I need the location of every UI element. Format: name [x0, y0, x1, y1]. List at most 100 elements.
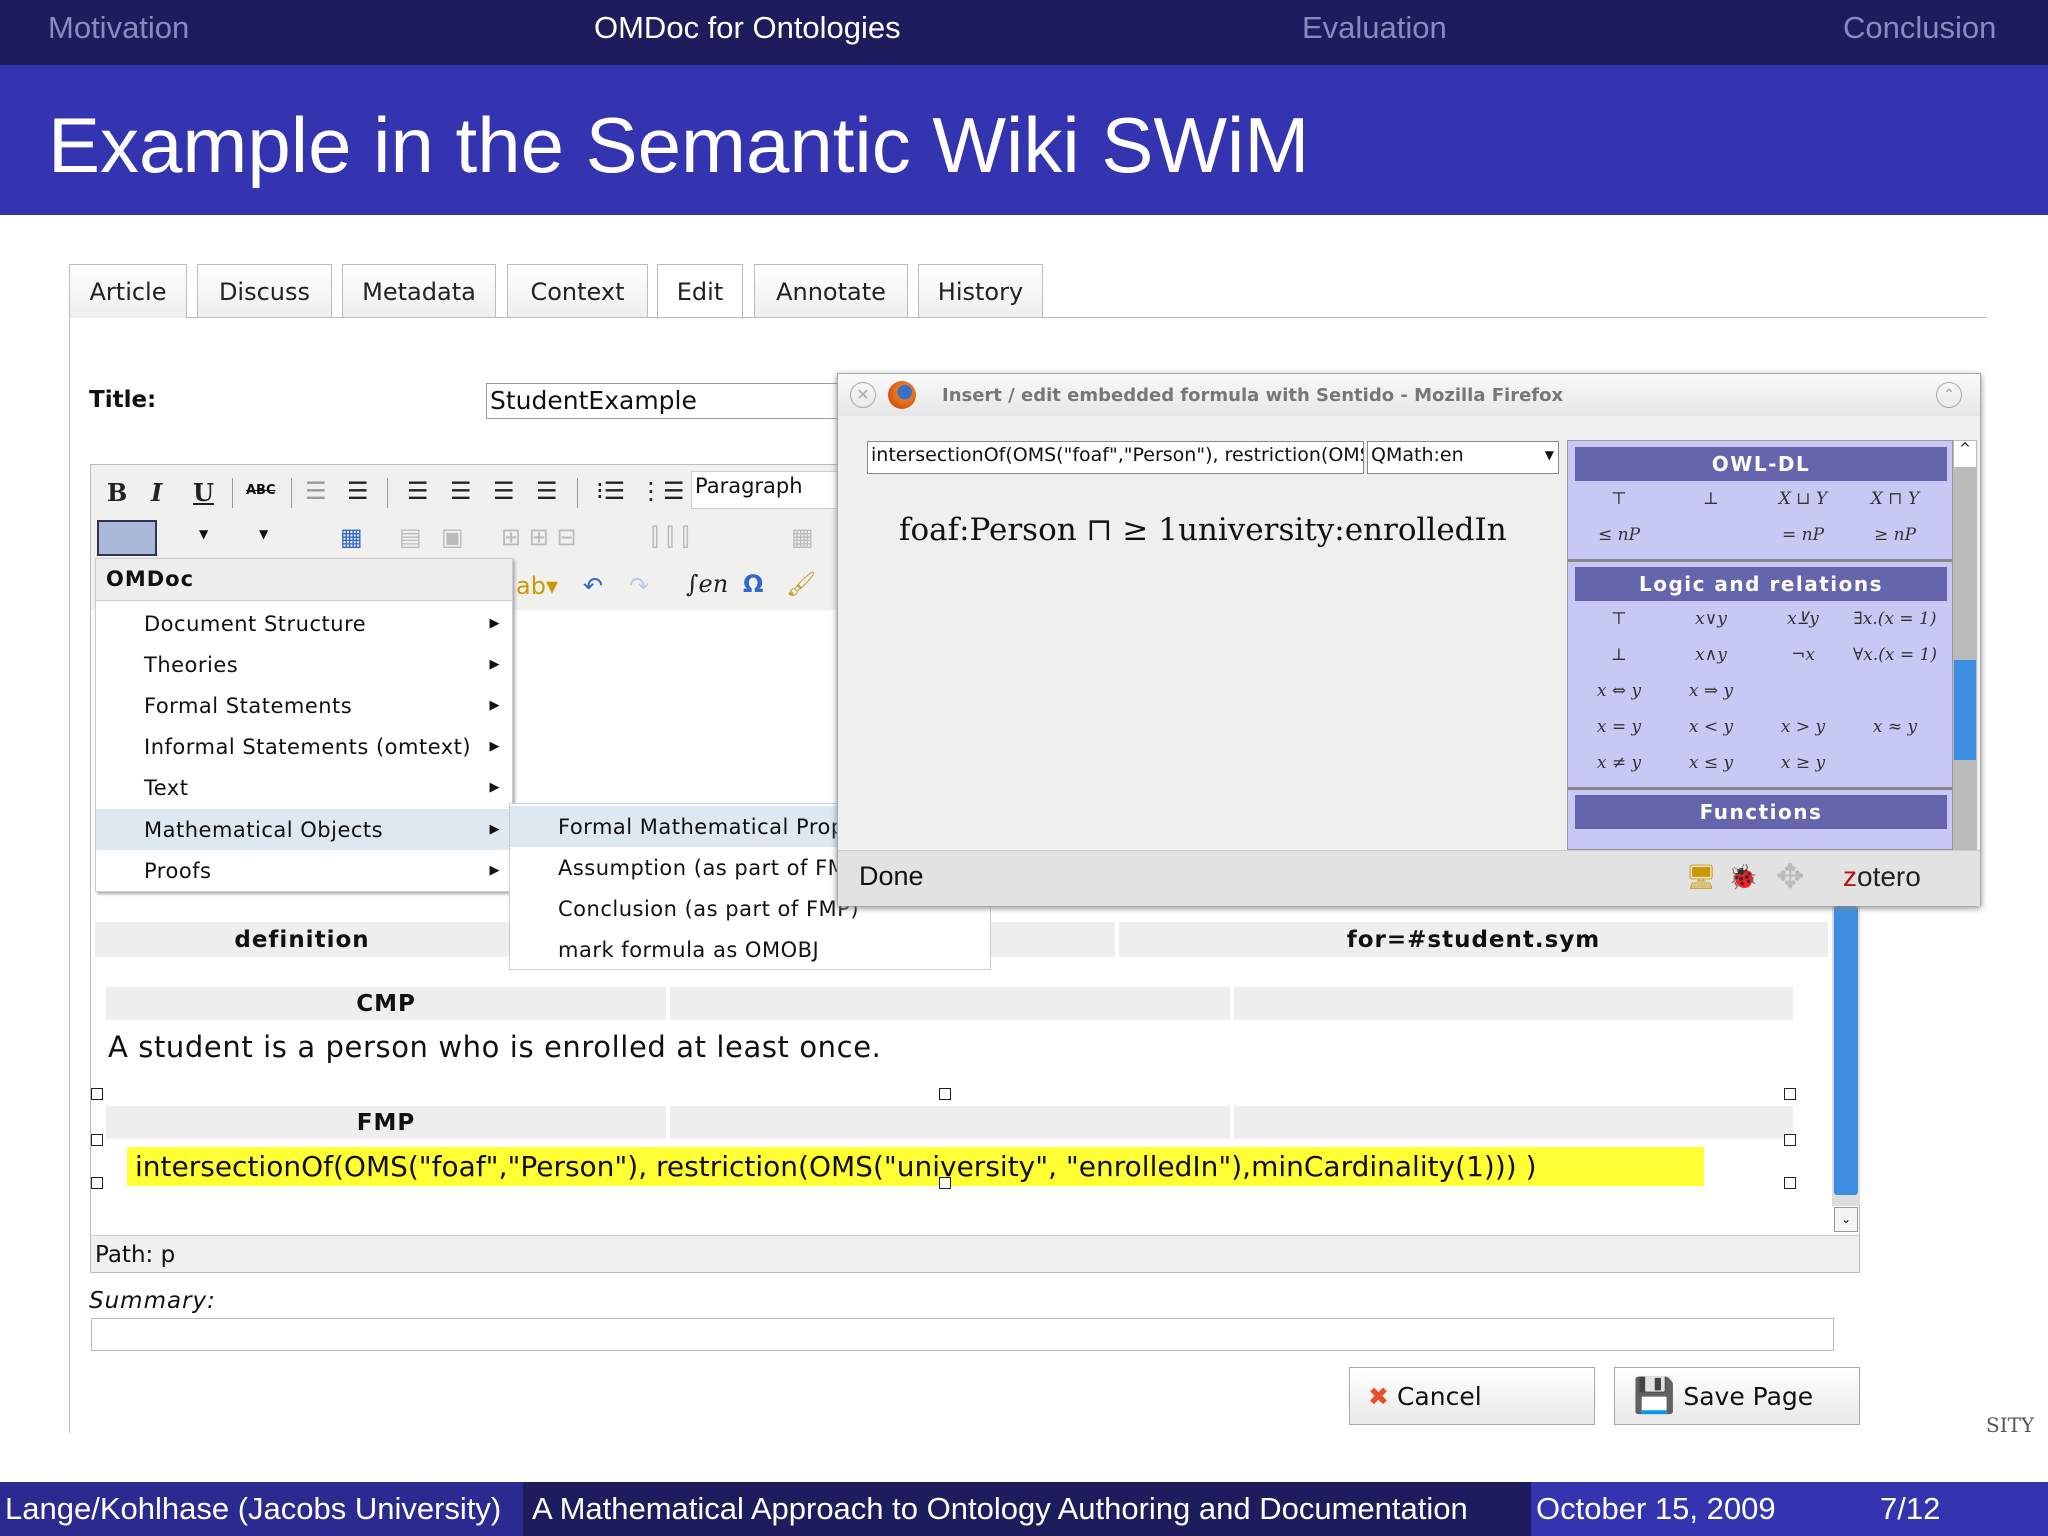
palette-symbol[interactable]: x⊻y	[1758, 609, 1848, 629]
palette-symbol[interactable]: ∃x.(x = 1)	[1850, 609, 1940, 629]
palette-symbol[interactable]: x∧y	[1666, 645, 1756, 665]
nav-omdoc[interactable]: OMDoc for Ontologies	[594, 10, 901, 46]
tab-edit[interactable]: Edit	[657, 264, 743, 319]
zotero-button[interactable]: zzoterootero	[1843, 861, 1921, 893]
resize-handle[interactable]	[1784, 1088, 1796, 1100]
syntax-select[interactable]: QMath:en ▼	[1367, 441, 1559, 474]
menu-item-theories[interactable]: Theories ▶	[96, 644, 512, 685]
numbered-list-icon[interactable]: ⋮☰	[639, 477, 685, 505]
palette-symbol[interactable]: x > y	[1758, 717, 1848, 737]
palette-symbol[interactable]: ¬x	[1758, 645, 1848, 665]
scroll-up-arrow-icon[interactable]: ^	[1954, 441, 1976, 467]
underline-button[interactable]: U	[193, 478, 214, 507]
menu-item-mathematical-objects[interactable]: Mathematical Objects ▶	[96, 809, 512, 850]
palette-symbol[interactable]: ⊤	[1574, 489, 1664, 509]
table-cell-icon[interactable]: ▣	[441, 523, 464, 551]
close-icon[interactable]: ✕	[850, 382, 876, 408]
palette-symbol[interactable]: x ⇒ y	[1666, 681, 1756, 701]
resize-handle[interactable]	[1784, 1134, 1796, 1146]
color-picker-button[interactable]	[97, 520, 157, 556]
palette-symbol[interactable]: x ≤ y	[1666, 753, 1756, 773]
indent-icon[interactable]: ☰	[347, 477, 369, 505]
table-icon[interactable]: ▦	[791, 523, 814, 551]
outdent-icon[interactable]: ☰	[305, 477, 327, 505]
palette-scrollbar[interactable]	[1953, 440, 1977, 850]
align-center-icon[interactable]: ☰	[450, 477, 472, 505]
edit-table-icon[interactable]: ▦	[340, 523, 363, 551]
tab-context[interactable]: Context	[507, 264, 648, 318]
insert-row-icon[interactable]: ⊞ ⊞ ⊟	[501, 523, 577, 551]
tab-article[interactable]: Article	[69, 264, 187, 318]
dropdown-arrow-icon[interactable]: ▼	[199, 527, 208, 541]
table-row-icon[interactable]: ▤	[399, 523, 422, 551]
tab-discuss[interactable]: Discuss	[197, 264, 332, 318]
palette-symbol[interactable]: x∨y	[1666, 609, 1756, 629]
spellcheck-button[interactable]: ABC	[246, 483, 276, 498]
italic-button[interactable]: I	[151, 478, 162, 507]
nav-conclusion[interactable]: Conclusion	[1843, 10, 1996, 46]
insert-column-icon[interactable]: ⫿ ⫿ ⫿	[651, 523, 689, 551]
undo-icon[interactable]: ↶	[583, 572, 603, 600]
palette-section-header[interactable]: OWL-DL	[1575, 447, 1947, 481]
palette-symbol[interactable]: X ⊔ Y	[1758, 489, 1848, 509]
palette-symbol[interactable]: X ⊓ Y	[1850, 489, 1940, 509]
palette-symbol[interactable]: x = y	[1574, 717, 1664, 737]
menu-item-proofs[interactable]: Proofs ▶	[96, 850, 512, 891]
palette-symbol[interactable]: ⊥	[1666, 489, 1756, 509]
resize-handle[interactable]	[939, 1177, 951, 1189]
menu-item-formal-statements[interactable]: Formal Statements ▶	[96, 685, 512, 726]
bold-button[interactable]: B	[107, 478, 127, 507]
palette-symbol[interactable]: ⊤	[1574, 609, 1664, 629]
tab-metadata[interactable]: Metadata	[342, 264, 496, 318]
palette-symbol[interactable]: x ⇔ y	[1574, 681, 1664, 701]
align-right-icon[interactable]: ☰	[493, 477, 515, 505]
nav-evaluation[interactable]: Evaluation	[1302, 10, 1447, 46]
nav-motivation[interactable]: Motivation	[48, 10, 189, 46]
title-input[interactable]: StudentExample	[486, 383, 846, 419]
menu-item-text[interactable]: Text ▶	[96, 767, 512, 808]
maximize-icon[interactable]: ⌃	[1936, 382, 1962, 408]
menu-item-document-structure[interactable]: Document Structure ▶	[96, 603, 512, 644]
insert-formula-icon[interactable]: ∫en	[686, 570, 728, 598]
align-left-icon[interactable]: ☰	[407, 477, 429, 505]
dropdown-arrow-icon[interactable]: ▼	[259, 527, 268, 541]
addon-icon[interactable]: 🖥	[1686, 863, 1716, 891]
resize-handle[interactable]	[1784, 1177, 1796, 1189]
tab-annotate[interactable]: Annotate	[754, 264, 908, 318]
palette-symbol[interactable]: = nP	[1758, 525, 1848, 545]
cancel-button[interactable]: ✖ Cancel	[1349, 1367, 1595, 1425]
cmp-text[interactable]: A student is a person who is enrolled at…	[108, 1030, 881, 1064]
palette-section-header[interactable]: Functions	[1575, 795, 1947, 829]
palette-symbol[interactable]: x ≠ y	[1574, 753, 1664, 773]
scroll-down-arrow-icon[interactable]: ⌄	[1834, 1207, 1858, 1232]
summary-input[interactable]	[91, 1318, 1834, 1351]
scrollbar-thumb[interactable]	[1834, 906, 1858, 1195]
highlight-color-icon[interactable]: ab▾	[516, 572, 558, 600]
palette-symbol[interactable]: x ≥ y	[1758, 753, 1848, 773]
cleanup-icon[interactable]: 🖌	[786, 570, 816, 598]
palette-section-header[interactable]: Logic and relations	[1575, 567, 1947, 601]
palette-symbol[interactable]: ⊥	[1574, 645, 1664, 665]
palette-symbol[interactable]: x < y	[1666, 717, 1756, 737]
resize-handle[interactable]	[91, 1134, 103, 1146]
resize-handle[interactable]	[91, 1088, 103, 1100]
formula-input[interactable]: intersectionOf(OMS("foaf","Person"), res…	[867, 441, 1364, 474]
window-titlebar[interactable]: ✕ Insert / edit embedded formula with Se…	[838, 374, 1980, 416]
palette-symbol[interactable]: ∀x.(x = 1)	[1850, 645, 1940, 665]
special-char-icon[interactable]: Ω	[743, 570, 763, 598]
firebug-icon[interactable]: 🐞	[1728, 863, 1758, 891]
palette-symbol[interactable]: x ≈ y	[1850, 717, 1940, 737]
save-page-button[interactable]: 💾 Save Page	[1614, 1367, 1860, 1425]
palette-symbol[interactable]: ≥ nP	[1850, 525, 1940, 545]
greasemonkey-icon[interactable]: ✥	[1776, 857, 1805, 897]
fmp-formula[interactable]: intersectionOf(OMS("foaf","Person"), res…	[127, 1147, 1704, 1186]
bullet-list-icon[interactable]: ⁝☰	[596, 477, 625, 505]
redo-icon[interactable]: ↷	[629, 572, 649, 600]
submenu-item-mark-omobj[interactable]: mark formula as OMOBJ	[510, 929, 990, 970]
palette-symbol[interactable]: ≤ nP	[1574, 525, 1664, 545]
menu-item-informal-statements[interactable]: Informal Statements (omtext) ▶	[96, 726, 512, 767]
resize-handle[interactable]	[91, 1177, 103, 1189]
paragraph-format-select[interactable]: Paragraph	[691, 471, 849, 509]
align-justify-icon[interactable]: ☰	[536, 477, 558, 505]
tab-history[interactable]: History	[918, 264, 1043, 318]
